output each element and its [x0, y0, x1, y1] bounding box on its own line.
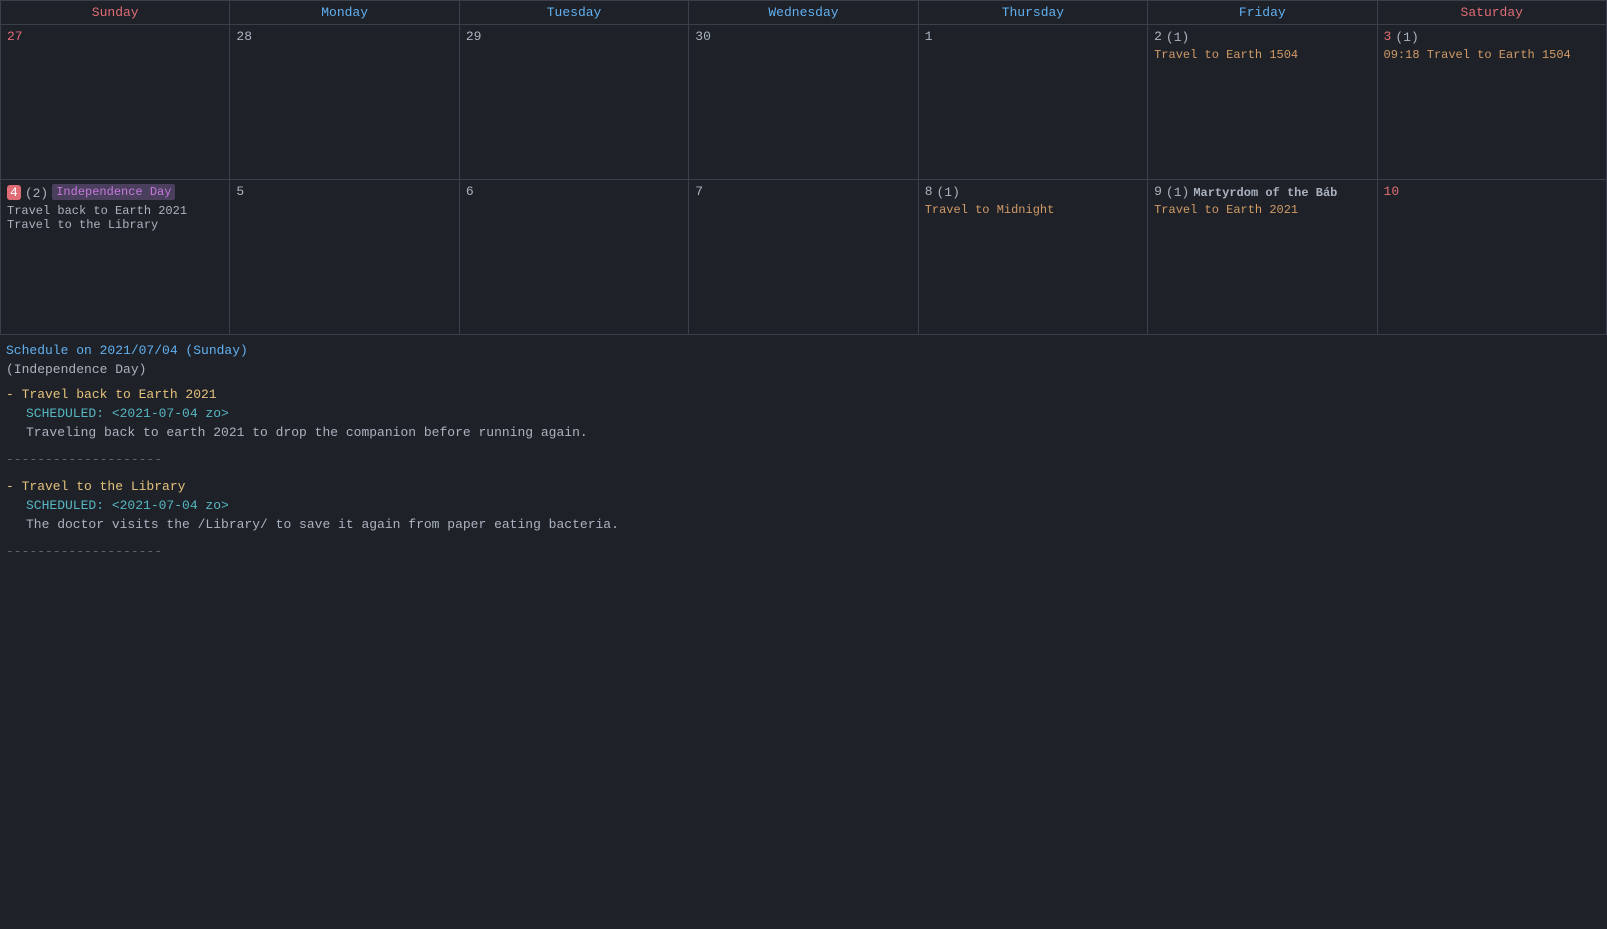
day-num-2: 2	[1154, 29, 1162, 44]
schedule-divider-1: --------------------	[6, 452, 1601, 467]
schedule-item-1: - Travel back to Earth 2021 SCHEDULED: <…	[6, 387, 1601, 440]
day-count-4: (2)	[25, 186, 48, 201]
schedule-item-2-desc: The doctor visits the /Library/ to save …	[26, 517, 1601, 532]
col-header-tuesday: Tuesday	[459, 1, 688, 25]
day-badge-4: Independence Day	[52, 184, 175, 200]
col-header-sunday: Sunday	[1, 1, 230, 25]
day-num-5: 5	[236, 184, 244, 199]
day-cell-1[interactable]: 1	[918, 25, 1147, 180]
col-header-monday: Monday	[230, 1, 459, 25]
day-num-6: 6	[466, 184, 474, 199]
day-cell-27[interactable]: 27	[1, 25, 230, 180]
day-cell-5[interactable]: 5	[230, 180, 459, 335]
schedule-header: Schedule on 2021/07/04 (Sunday)	[6, 343, 1601, 358]
event-3-0[interactable]: 09:18 Travel to Earth 1504	[1384, 48, 1600, 62]
day-cell-28[interactable]: 28	[230, 25, 459, 180]
day-num-10: 10	[1384, 184, 1400, 199]
day-num-8: 8	[925, 184, 933, 199]
day-num-27: 27	[7, 29, 23, 44]
calendar-table: Sunday Monday Tuesday Wednesday Thursday…	[0, 0, 1607, 335]
event-4-0[interactable]: Travel back to Earth 2021	[7, 204, 223, 218]
day-num-28: 28	[236, 29, 252, 44]
col-header-friday: Friday	[1148, 1, 1377, 25]
schedule-item-2-title: - Travel to the Library	[6, 479, 1601, 494]
schedule-item-2: - Travel to the Library SCHEDULED: <2021…	[6, 479, 1601, 532]
col-header-saturday: Saturday	[1377, 1, 1606, 25]
day-cell-30[interactable]: 30	[689, 25, 918, 180]
day-num-9: 9	[1154, 184, 1162, 199]
day-count-9: (1)	[1166, 185, 1189, 200]
col-header-thursday: Thursday	[918, 1, 1147, 25]
col-header-wednesday: Wednesday	[689, 1, 918, 25]
event-2-0[interactable]: Travel to Earth 1504	[1154, 48, 1370, 62]
day-num-29: 29	[466, 29, 482, 44]
schedule-item-1-scheduled: SCHEDULED: <2021-07-04 zo>	[26, 406, 1601, 421]
schedule-item-1-title: - Travel back to Earth 2021	[6, 387, 1601, 402]
day-num-30: 30	[695, 29, 711, 44]
day-num-3: 3	[1384, 29, 1392, 44]
day-cell-2[interactable]: 2 (1) Travel to Earth 1504	[1148, 25, 1377, 180]
day-badge2-9: Martyrdom of the Báb	[1193, 186, 1337, 200]
day-cell-29[interactable]: 29	[459, 25, 688, 180]
day-cell-3[interactable]: 3(1) 09:18 Travel to Earth 1504	[1377, 25, 1606, 180]
day-cell-4[interactable]: 4 (2) Independence Day Travel back to Earth…	[1, 180, 230, 335]
event-8-0[interactable]: Travel to Midnight	[925, 203, 1141, 217]
day-count-3: (1)	[1395, 30, 1418, 45]
day-count-8: (1)	[937, 185, 960, 200]
day-num-4: 4	[7, 185, 21, 200]
day-num-1: 1	[925, 29, 933, 44]
day-cell-8[interactable]: 8 (1) Travel to Midnight	[918, 180, 1147, 335]
schedule-holiday: (Independence Day)	[6, 362, 1601, 377]
day-count-2: (1)	[1166, 30, 1189, 45]
event-9-0[interactable]: Travel to Earth 2021	[1154, 203, 1370, 217]
event-4-1[interactable]: Travel to the Library	[7, 218, 223, 232]
day-cell-6[interactable]: 6	[459, 180, 688, 335]
day-num-7: 7	[695, 184, 703, 199]
schedule-panel: Schedule on 2021/07/04 (Sunday) (Indepen…	[0, 335, 1607, 579]
day-cell-7[interactable]: 7	[689, 180, 918, 335]
day-cell-9[interactable]: 9 (1) Martyrdom of the Báb Travel to Earth …	[1148, 180, 1377, 335]
schedule-divider-2: --------------------	[6, 544, 1601, 559]
schedule-item-1-desc: Traveling back to earth 2021 to drop the…	[26, 425, 1601, 440]
schedule-item-2-scheduled: SCHEDULED: <2021-07-04 zo>	[26, 498, 1601, 513]
day-cell-10[interactable]: 10	[1377, 180, 1606, 335]
